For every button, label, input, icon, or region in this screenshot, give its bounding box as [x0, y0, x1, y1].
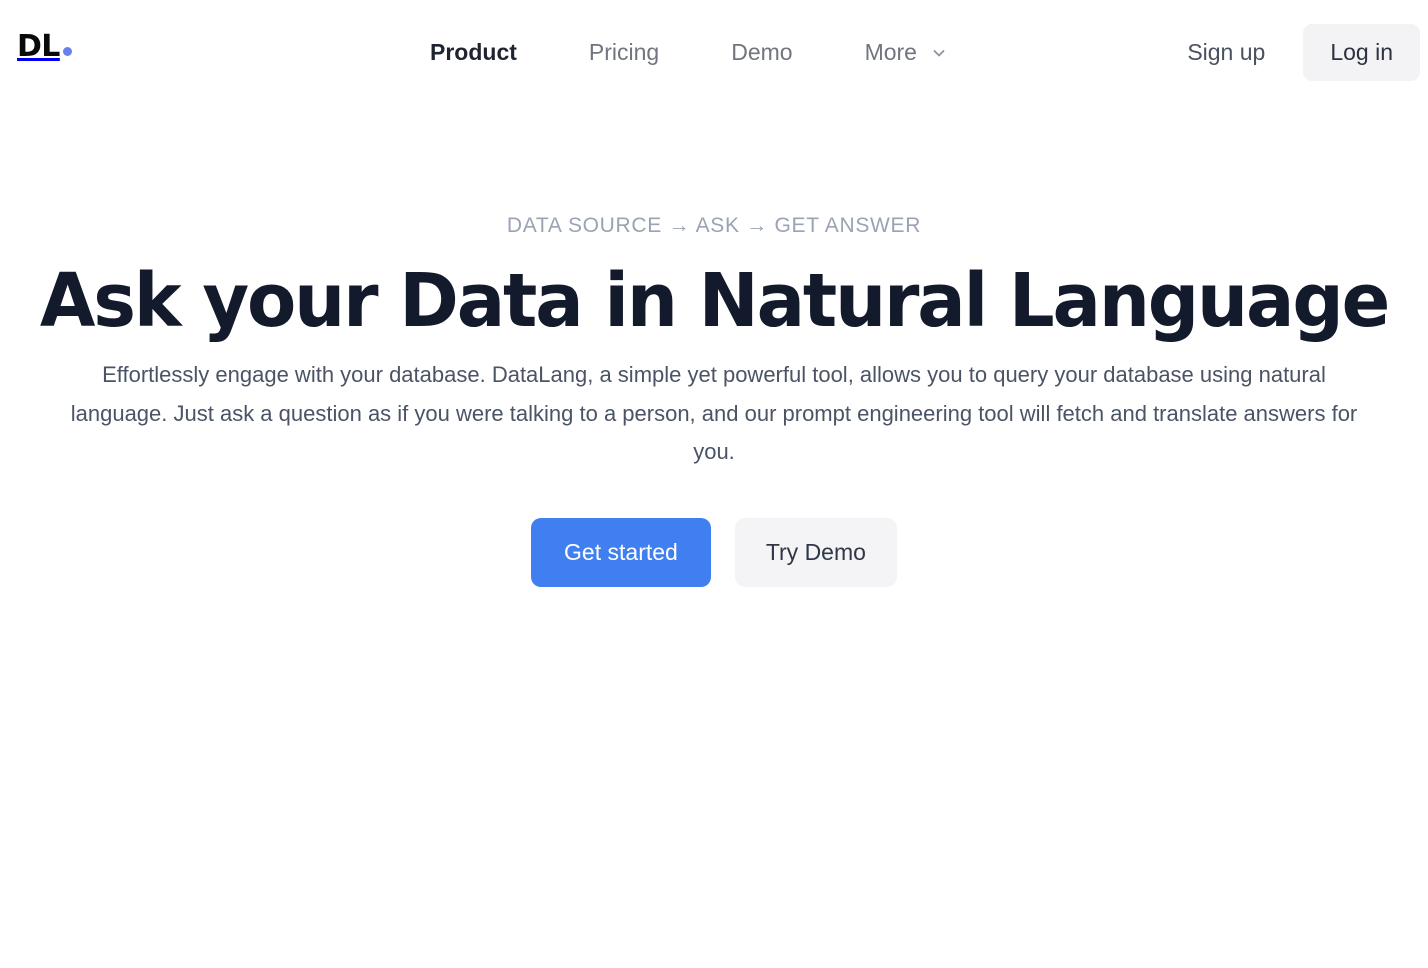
logo-wordmark: DL [17, 29, 60, 64]
page-title: Ask your Data in Natural Language [39, 258, 1390, 345]
nav-item-demo[interactable]: Demo [731, 41, 792, 64]
get-started-button[interactable]: Get started [531, 517, 711, 587]
nav-item-product[interactable]: Product [430, 41, 517, 64]
hero-eyebrow: DATA SOURCE → ASK → GET ANSWER [506, 214, 922, 237]
chevron-down-icon [931, 45, 947, 61]
primary-navigation: Product Pricing Demo More [430, 0, 947, 105]
sign-up-link[interactable]: Sign up [1187, 41, 1265, 64]
hero-cta-group: Get started Try Demo [0, 517, 1428, 587]
logo-dot-icon [62, 47, 72, 56]
nav-item-more[interactable]: More [865, 41, 947, 64]
hero-section: DATA SOURCE → ASK → GET ANSWER Ask your … [0, 105, 1428, 587]
try-demo-button[interactable]: Try Demo [734, 517, 897, 587]
log-in-button[interactable]: Log in [1303, 23, 1420, 82]
header-actions: Sign up Log in [1187, 0, 1420, 105]
logo-home-link[interactable]: DL [17, 32, 72, 62]
hero-subtitle: Effortlessly engage with your database. … [70, 362, 1358, 465]
nav-item-pricing[interactable]: Pricing [589, 41, 659, 64]
nav-item-more-label: More [864, 39, 917, 65]
site-header: DL Product Pricing Demo More Sign up Log… [0, 0, 1428, 105]
